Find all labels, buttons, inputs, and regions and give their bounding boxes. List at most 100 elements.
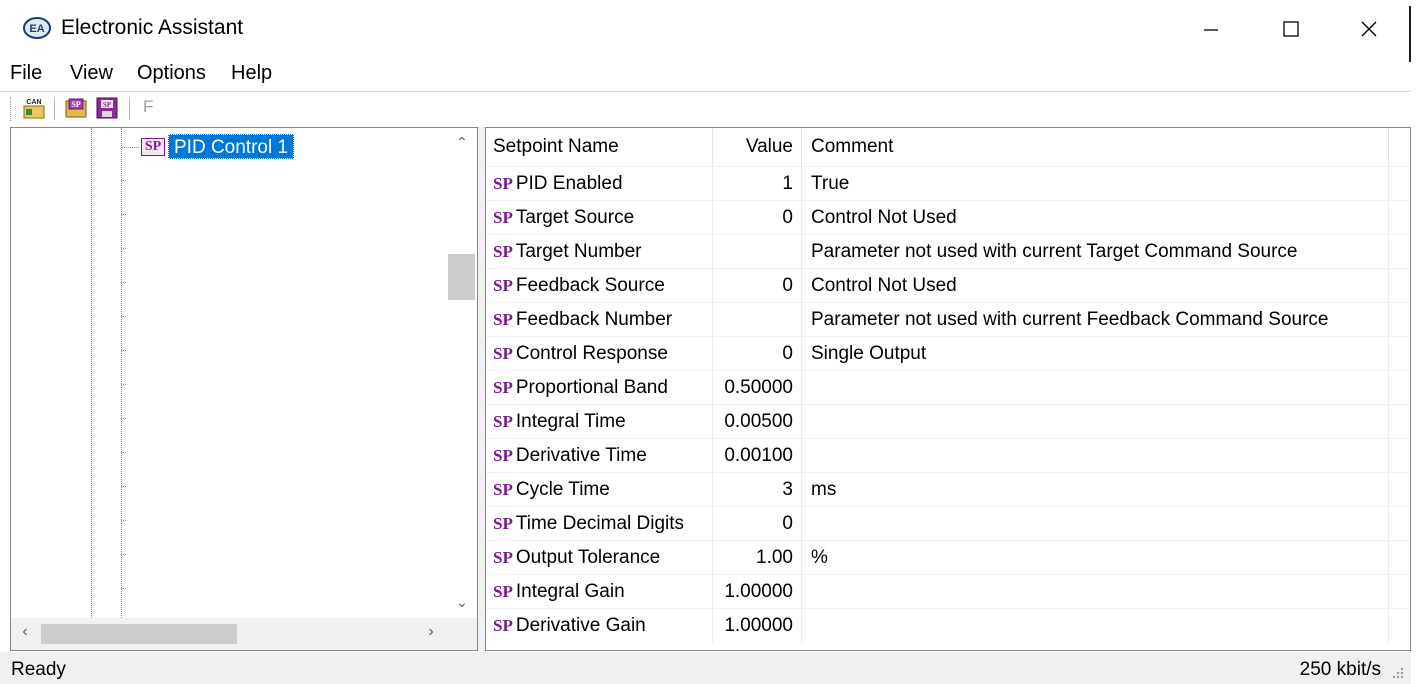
setpoint-value-cell[interactable]: 0 — [713, 201, 802, 235]
tree-tick — [121, 520, 126, 521]
tree-tick — [121, 214, 126, 215]
scroll-right-icon[interactable]: › — [421, 623, 441, 645]
setpoint-value-cell[interactable]: 0 — [713, 507, 802, 541]
setpoint-name-cell[interactable]: SP Derivative Gain — [486, 609, 713, 643]
setpoint-name-label: Feedback Source — [515, 275, 665, 296]
table-row[interactable]: SP Feedback Source 0 Control Not Used — [486, 268, 1410, 303]
table-row[interactable]: SP Control Response 0 Single Output — [486, 336, 1410, 371]
f-button[interactable]: F — [143, 97, 153, 117]
setpoint-value-cell[interactable] — [713, 235, 802, 269]
menu-view[interactable]: View — [70, 62, 113, 85]
setpoint-name-cell[interactable]: SP Output Tolerance — [486, 541, 713, 575]
setpoint-value-cell[interactable]: 1 — [713, 167, 802, 201]
column-header-filler — [1389, 128, 1410, 166]
setpoint-value-cell[interactable]: 1.00 — [713, 541, 802, 575]
column-header-value[interactable]: Value — [713, 128, 802, 166]
setpoint-comment-cell: True — [802, 167, 1389, 201]
close-button[interactable] — [1340, 0, 1398, 58]
setpoint-name-cell[interactable]: SP Integral Time — [486, 405, 713, 439]
setpoint-icon: SP — [493, 412, 513, 431]
scroll-up-icon[interactable]: ⌃ — [446, 134, 477, 154]
table-row[interactable]: SP Integral Time 0.00500 — [486, 404, 1410, 439]
menu-help[interactable]: Help — [231, 62, 272, 85]
setpoint-name-label: PID Enabled — [515, 173, 623, 194]
toolbar-separator — [129, 98, 130, 120]
row-filler-cell — [1389, 439, 1410, 473]
table-row[interactable]: SP Cycle Time 3 ms — [486, 472, 1410, 507]
setpoint-value-cell[interactable]: 0 — [713, 337, 802, 371]
scroll-left-icon[interactable]: ‹ — [15, 623, 35, 645]
setpoint-name-cell[interactable]: SP Control Response — [486, 337, 713, 371]
setpoint-icon: SP — [493, 378, 513, 397]
setpoint-value-cell[interactable]: 1.00000 — [713, 609, 802, 643]
table-row[interactable]: SP Derivative Gain 1.00000 — [486, 608, 1410, 643]
setpoint-comment-cell — [802, 439, 1389, 473]
menu-file[interactable]: File — [10, 62, 42, 85]
setpoint-value-cell[interactable]: 3 — [713, 473, 802, 507]
setpoint-icon: SP — [493, 242, 513, 261]
window-title: Electronic Assistant — [61, 16, 244, 39]
setpoint-value-cell[interactable]: 0 — [713, 269, 802, 303]
table-row[interactable]: SP Output Tolerance 1.00% — [486, 540, 1410, 575]
setpoint-value-cell[interactable]: 0.50000 — [713, 371, 802, 405]
scroll-down-icon[interactable]: ⌄ — [446, 594, 477, 614]
minimize-button[interactable] — [1182, 0, 1240, 58]
setpoint-comment-cell — [802, 371, 1389, 405]
table-row[interactable]: SP Derivative Time 0.00100 — [486, 438, 1410, 473]
setpoint-name-cell[interactable]: SP Derivative Time — [486, 439, 713, 473]
row-filler-cell — [1389, 337, 1410, 371]
resize-grip-icon[interactable] — [1391, 666, 1405, 680]
menu-options[interactable]: Options — [137, 62, 206, 85]
tree-vertical-scrollbar[interactable]: ⌃ ⌄ — [446, 128, 477, 618]
table-row[interactable]: SP Target Number Parameter not used with c… — [486, 234, 1410, 269]
table-row[interactable]: SP Proportional Band 0.50000 — [486, 370, 1410, 405]
setpoint-name-cell[interactable]: SP Proportional Band — [486, 371, 713, 405]
setpoint-name-cell[interactable]: SP Time Decimal Digits — [486, 507, 713, 541]
pane-splitter[interactable] — [478, 127, 485, 651]
setpoint-value-cell[interactable]: 1.00000 — [713, 575, 802, 609]
can-connect-button[interactable]: CAN — [22, 96, 46, 120]
setpoint-name-cell[interactable]: SP Target Number — [486, 235, 713, 269]
setpoint-comment-cell: Control Not Used — [802, 269, 1389, 303]
column-header-comment[interactable]: Comment — [802, 128, 1389, 166]
row-filler-cell — [1389, 575, 1410, 609]
tree-connector-line — [121, 147, 139, 148]
minimize-icon — [1204, 29, 1218, 31]
tree-node-pid-control-1[interactable]: PID Control 1 — [168, 134, 295, 159]
setpoint-comment-cell: Parameter not used with current Feedback… — [802, 303, 1389, 337]
setpoint-name-cell[interactable]: SP Target Source — [486, 201, 713, 235]
setpoint-icon: SP — [493, 310, 513, 329]
setpoint-name-cell[interactable]: SP PID Enabled — [486, 167, 713, 201]
setpoint-value-cell[interactable]: 0.00500 — [713, 405, 802, 439]
open-setpoint-button[interactable]: SP — [64, 96, 88, 120]
maximize-button[interactable] — [1262, 0, 1320, 58]
setpoint-name-cell[interactable]: SP Integral Gain — [486, 575, 713, 609]
setpoint-value-cell[interactable]: 0.00100 — [713, 439, 802, 473]
save-setpoint-button[interactable]: SP — [95, 96, 119, 120]
tree-tick — [121, 588, 126, 589]
setpoint-name-cell[interactable]: SP Feedback Source — [486, 269, 713, 303]
vertical-scroll-thumb[interactable] — [448, 254, 475, 300]
setpoint-icon: SP — [493, 446, 513, 465]
table-row[interactable]: SP Target Source 0 Control Not Used — [486, 200, 1410, 235]
setpoint-icon: SP — [493, 344, 513, 363]
table-row[interactable]: SP Integral Gain 1.00000 — [486, 574, 1410, 609]
tree-view[interactable]: SP PID Control 1 ⌃ ⌄ ‹ › — [10, 127, 478, 651]
setpoint-name-cell[interactable]: SP Cycle Time — [486, 473, 713, 507]
setpoint-value-cell[interactable] — [713, 303, 802, 337]
setpoint-icon: SP — [493, 480, 513, 499]
setpoint-name-label: Cycle Time — [515, 479, 610, 500]
table-row[interactable]: SP PID Enabled 1 True — [486, 166, 1410, 201]
table-row[interactable]: SP Feedback Number Parameter not used with… — [486, 302, 1410, 337]
setpoint-name-label: Target Number — [515, 241, 642, 262]
column-header-setpoint-name[interactable]: Setpoint Name — [486, 128, 713, 166]
maximize-icon — [1283, 21, 1299, 37]
horizontal-scroll-thumb[interactable] — [41, 624, 237, 644]
setpoint-name-cell[interactable]: SP Feedback Number — [486, 303, 713, 337]
tree-tick — [121, 180, 126, 181]
table-row[interactable]: SP Time Decimal Digits 0 — [486, 506, 1410, 541]
tree-tick — [121, 316, 126, 317]
toolbar-separator — [54, 98, 55, 120]
tree-horizontal-scrollbar[interactable]: ‹ › — [11, 618, 446, 650]
toolbar-grip[interactable] — [10, 97, 13, 121]
